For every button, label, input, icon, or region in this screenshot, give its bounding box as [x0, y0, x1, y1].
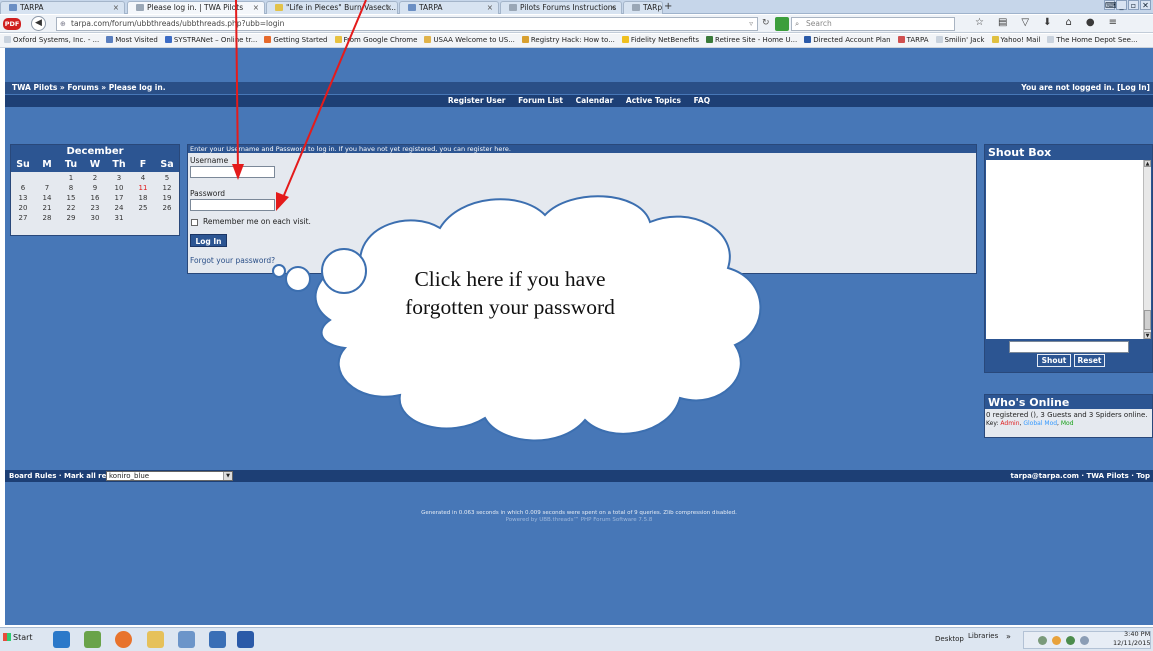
bubble-medium: [285, 266, 311, 292]
windows-flag-icon: [3, 633, 11, 641]
bubble-large: [321, 248, 367, 294]
volume-icon[interactable]: [1080, 636, 1089, 645]
skype-icon[interactable]: [53, 631, 70, 648]
calculator-icon[interactable]: [178, 631, 195, 648]
desktop-toolbar[interactable]: Desktop: [935, 635, 964, 643]
firefox-icon[interactable]: [115, 631, 132, 648]
screen-icon[interactable]: [209, 631, 226, 648]
taskbar: Start Desktop Libraries » 3:40 PM 12/11/…: [0, 627, 1153, 651]
callout-text: Click here if you have forgotten your pa…: [405, 267, 615, 319]
tray-update-icon[interactable]: [1052, 636, 1061, 645]
arrow-to-username-head: [232, 164, 244, 180]
media-icon[interactable]: [84, 631, 101, 648]
clock-date[interactable]: 12/11/2015: [1113, 639, 1150, 647]
arrow-to-username: [235, 0, 239, 173]
arrow-to-password-head: [276, 192, 289, 211]
folder-icon[interactable]: [147, 631, 164, 648]
annotation-arrows: [232, 0, 367, 211]
bubble-small: [272, 264, 286, 278]
word-icon[interactable]: [237, 631, 254, 648]
start-label: Start: [13, 633, 33, 642]
tray-app-icon[interactable]: [1038, 636, 1047, 645]
libraries-toolbar[interactable]: Libraries: [968, 632, 998, 640]
clock-time[interactable]: 3:40 PM: [1124, 630, 1150, 638]
toolbar-chevron-icon[interactable]: »: [1006, 632, 1011, 641]
arrow-to-password: [281, 0, 367, 201]
tray-network-icon[interactable]: [1066, 636, 1075, 645]
start-button[interactable]: Start: [3, 633, 33, 642]
